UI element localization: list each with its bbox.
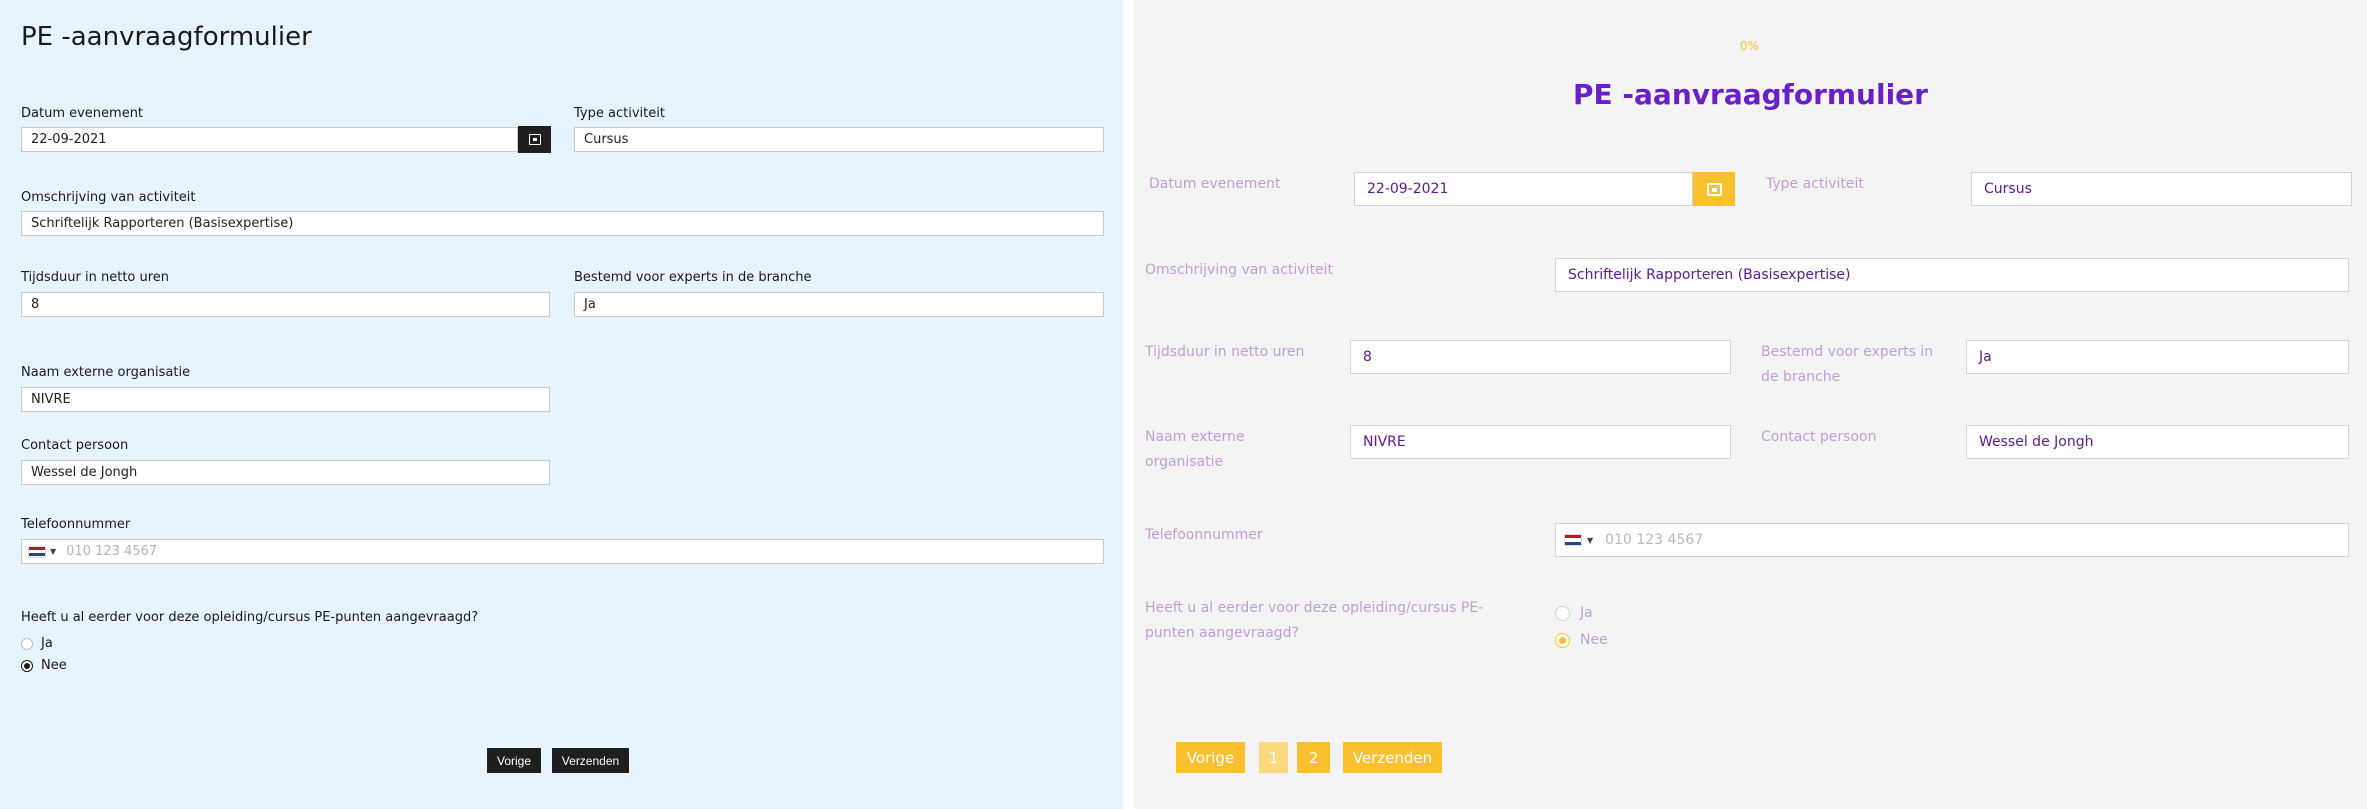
vorige-button[interactable]: Vorige (487, 748, 541, 773)
telefoon-label: Telefoonnummer (21, 517, 131, 532)
left-form-panel: PE -aanvraagformulier Datum evenement 22… (0, 0, 1123, 809)
radio-nee-circle[interactable] (1555, 632, 1570, 648)
telefoon-label: Telefoonnummer (1145, 527, 1263, 543)
verzenden-button[interactable]: Verzenden (552, 748, 629, 773)
bestemd-label: Bestemd voor experts in de branche (574, 270, 812, 285)
verzenden-button[interactable]: Verzenden (1343, 742, 1442, 773)
type-label: Type activiteit (1766, 176, 1864, 192)
datum-input[interactable]: 22-09-2021 (21, 127, 518, 152)
naam-input[interactable]: NIVRE (21, 387, 550, 412)
radio-ja[interactable]: Ja (21, 636, 53, 651)
contact-label: Contact persoon (1761, 429, 1877, 445)
omschrijving-label: Omschrijving van activiteit (1145, 262, 1333, 278)
radio-ja-circle[interactable] (1555, 605, 1570, 621)
panel-divider (1123, 0, 1134, 809)
country-selector[interactable]: ▼ (28, 545, 57, 558)
contact-label: Contact persoon (21, 438, 129, 453)
chevron-down-icon: ▼ (50, 547, 57, 556)
type-input[interactable]: Cursus (574, 127, 1104, 152)
telefoon-placeholder: 010 123 4567 (1605, 532, 1704, 548)
radio-ja-circle[interactable] (21, 637, 33, 650)
omschrijving-input[interactable]: Schriftelijk Rapporteren (Basisexpertise… (21, 211, 1104, 236)
bestemd-input[interactable]: Ja (1966, 340, 2349, 374)
tijdsduur-label: Tijdsduur in netto uren (1145, 344, 1305, 360)
page-2-button[interactable]: 2 (1297, 742, 1330, 773)
telefoon-input[interactable]: ▼ 010 123 4567 (1555, 523, 2349, 557)
tijdsduur-input[interactable]: 8 (21, 292, 550, 317)
naam-label: Naam externe organisatie (1145, 429, 1245, 470)
radio-nee[interactable]: Nee (21, 658, 67, 673)
progress-indicator: 0% (1740, 39, 1760, 53)
tijdsduur-input[interactable]: 8 (1350, 340, 1731, 374)
page-title: PE -aanvraagformulier (21, 22, 312, 52)
omschrijving-input[interactable]: Schriftelijk Rapporteren (Basisexpertise… (1555, 258, 2349, 292)
naam-input[interactable]: NIVRE (1350, 425, 1731, 459)
calendar-icon (1706, 182, 1722, 196)
calendar-button[interactable] (518, 126, 551, 153)
radio-nee[interactable]: Nee (1555, 632, 1608, 648)
page-title: PE -aanvraagformulier (1573, 78, 1928, 111)
telefoon-placeholder: 010 123 4567 (66, 544, 158, 559)
right-form-panel: 0% PE -aanvraagformulier Datum evenement… (1134, 0, 2367, 809)
radio-nee-circle[interactable] (21, 659, 33, 672)
telefoon-input[interactable]: ▼ 010 123 4567 (21, 539, 1104, 564)
type-label: Type activiteit (574, 106, 665, 121)
page-1-button[interactable]: 1 (1259, 742, 1288, 773)
question-label: Heeft u al eerder voor deze opleiding/cu… (21, 610, 479, 625)
omschrijving-label: Omschrijving van activiteit (21, 190, 196, 205)
tijdsduur-label: Tijdsduur in netto uren (21, 270, 170, 285)
calendar-icon (528, 134, 541, 145)
netherlands-flag-icon (1564, 534, 1582, 546)
datum-label: Datum evenement (1149, 176, 1281, 192)
contact-input[interactable]: Wessel de Jongh (1966, 425, 2349, 459)
contact-input[interactable]: Wessel de Jongh (21, 460, 550, 485)
question-label: Heeft u al eerder voor deze opleiding/cu… (1145, 600, 1484, 641)
chevron-down-icon: ▼ (1587, 535, 1594, 545)
netherlands-flag-icon (28, 545, 46, 558)
radio-ja[interactable]: Ja (1555, 605, 1593, 621)
vorige-button[interactable]: Vorige (1176, 742, 1245, 773)
type-input[interactable]: Cursus (1971, 172, 2352, 206)
datum-input[interactable]: 22-09-2021 (1354, 172, 1693, 206)
bestemd-label: Bestemd voor experts in de branche (1761, 344, 1934, 385)
country-selector[interactable]: ▼ (1564, 534, 1593, 546)
naam-label: Naam externe organisatie (21, 365, 191, 380)
datum-label: Datum evenement (21, 106, 144, 121)
bestemd-input[interactable]: Ja (574, 292, 1104, 317)
calendar-button[interactable] (1693, 172, 1735, 206)
